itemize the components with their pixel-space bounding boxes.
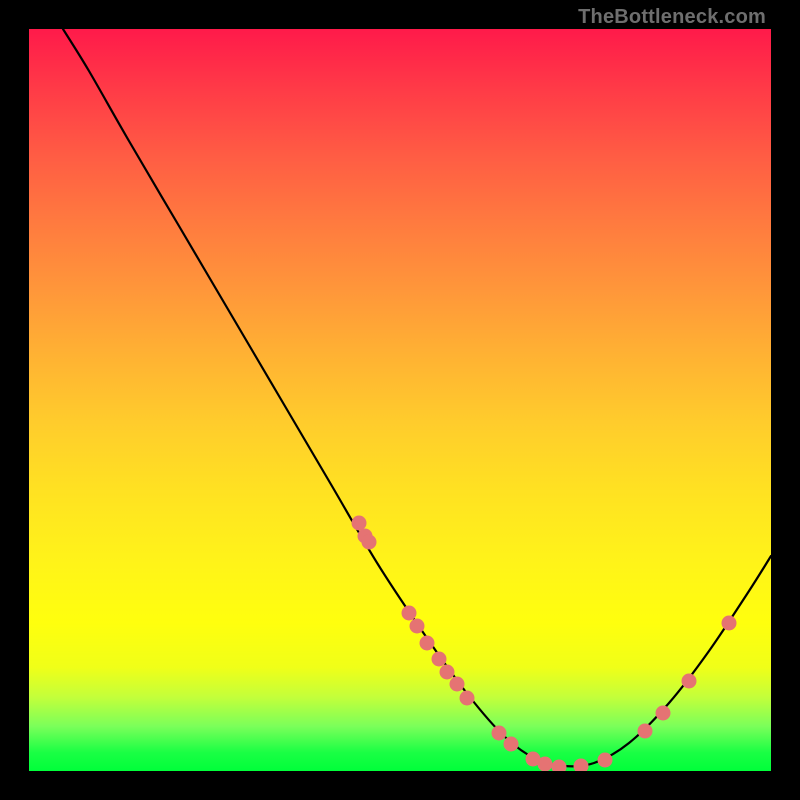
chart-marker xyxy=(574,759,589,772)
chart-marker xyxy=(402,606,417,621)
chart-marker xyxy=(450,677,465,692)
chart-marker xyxy=(410,619,425,634)
chart-marker xyxy=(598,753,613,768)
chart-marker xyxy=(440,665,455,680)
chart-marker xyxy=(362,535,377,550)
chart-marker xyxy=(638,724,653,739)
chart-marker xyxy=(352,516,367,531)
chart-markers-group xyxy=(352,516,737,772)
chart-marker xyxy=(656,706,671,721)
chart-marker xyxy=(432,652,447,667)
chart-marker xyxy=(538,757,553,772)
watermark-text: TheBottleneck.com xyxy=(578,6,766,29)
chart-marker xyxy=(552,760,567,772)
chart-marker xyxy=(420,636,435,651)
chart-marker xyxy=(492,726,507,741)
chart-curve xyxy=(63,29,771,766)
chart-svg-layer xyxy=(29,29,771,771)
chart-marker xyxy=(460,691,475,706)
chart-marker xyxy=(722,616,737,631)
chart-marker xyxy=(504,737,519,752)
chart-marker xyxy=(682,674,697,689)
chart-frame xyxy=(29,29,771,771)
